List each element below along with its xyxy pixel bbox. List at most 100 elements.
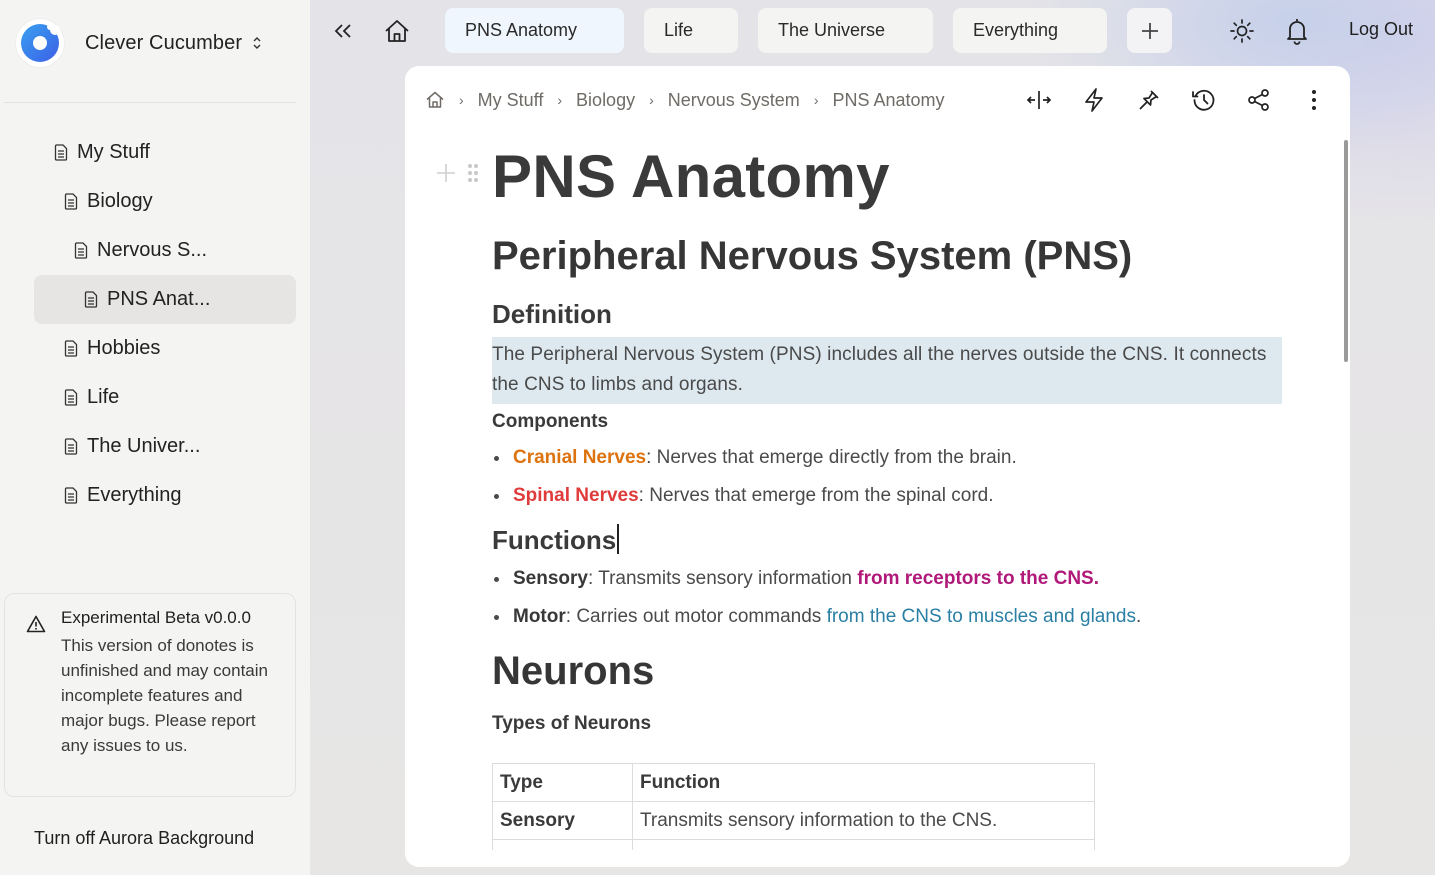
pin-button[interactable] <box>1135 86 1163 114</box>
share-icon <box>1248 89 1269 111</box>
highlighted-text: from the CNS to muscles and glands <box>826 606 1136 627</box>
plus-icon[interactable] <box>435 162 457 184</box>
aurora-toggle-button[interactable]: Turn off Aurora Background <box>34 828 254 849</box>
sidebar-item[interactable]: Everything <box>34 471 296 520</box>
list-item[interactable]: Sensory: Transmits sensory information f… <box>492 566 1282 604</box>
sidebar-item[interactable]: The Univer... <box>34 422 296 471</box>
heading-functions-text: Functions <box>492 525 617 555</box>
chevron-right-icon: › <box>649 92 654 108</box>
history-button[interactable] <box>1190 86 1218 114</box>
table-header-row: Type Function <box>492 763 1095 802</box>
heading-pns[interactable]: Peripheral Nervous System (PNS) <box>492 234 1132 279</box>
page-tree: My Stuff Biology Nervous S... PNS Anat... Ho… <box>34 128 296 520</box>
tab-life[interactable]: Life <box>644 8 738 53</box>
heading-types-of-neurons[interactable]: Types of Neurons <box>492 713 651 735</box>
table-cell[interactable] <box>632 839 1095 850</box>
breadcrumb: › My Stuff › Biology › Nervous System › … <box>425 88 945 112</box>
chevron-right-icon: › <box>459 92 464 108</box>
sidebar-item[interactable]: Life <box>34 373 296 422</box>
scrollbar[interactable] <box>1344 140 1348 362</box>
heading-components[interactable]: Components <box>492 411 608 433</box>
tab-label: Everything <box>973 20 1059 40</box>
plus-icon <box>1141 22 1158 39</box>
home-button[interactable] <box>383 14 411 48</box>
list-item[interactable]: Motor: Carries out motor commands from t… <box>492 604 1282 642</box>
list-item[interactable]: Spinal Nerves: Nerves that emerge from t… <box>492 483 1282 521</box>
sidebar-item-label: Everything <box>87 484 182 506</box>
term-cranial-nerves: Cranial Nerves <box>513 447 647 468</box>
heading-neurons[interactable]: Neurons <box>492 649 654 694</box>
home-icon[interactable] <box>425 90 445 110</box>
list-item-tail: . <box>1136 606 1142 627</box>
document-icon <box>64 340 78 357</box>
chevron-right-icon: › <box>557 92 563 108</box>
workspace-switcher[interactable]: Clever Cucumber <box>16 18 296 68</box>
history-icon <box>1192 89 1215 111</box>
collapse-sidebar-button[interactable] <box>330 14 356 48</box>
document-icon <box>84 291 98 308</box>
chevron-right-icon: › <box>813 92 819 108</box>
logout-button[interactable]: Log Out <box>1349 19 1413 40</box>
sidebar-item[interactable]: PNS Anat... <box>34 275 296 324</box>
tab-the-universe[interactable]: The Universe <box>758 8 933 53</box>
beta-notice: Experimental Beta v0.0.0 This version of… <box>4 593 296 797</box>
page-title[interactable]: PNS Anatomy <box>492 142 890 211</box>
sidebar-item-label: Biology <box>87 190 153 212</box>
tab-label: Life <box>664 20 694 40</box>
sidebar-divider <box>4 102 296 103</box>
neuron-types-table[interactable]: Type Function Sensory Transmits sensory … <box>492 763 1095 850</box>
sidebar-item[interactable]: My Stuff <box>34 128 296 177</box>
theme-toggle-button[interactable] <box>1228 14 1256 48</box>
sidebar-item[interactable]: Hobbies <box>34 324 296 373</box>
definition-paragraph[interactable]: The Peripheral Nervous System (PNS) incl… <box>492 337 1282 404</box>
table-cell[interactable] <box>492 839 633 850</box>
document-toolbar <box>1025 86 1350 114</box>
share-button[interactable] <box>1245 86 1273 114</box>
table-row <box>492 839 1095 850</box>
sidebar-item-label: The Univer... <box>87 435 201 457</box>
add-tab-button[interactable] <box>1127 8 1172 53</box>
breadcrumb-item[interactable]: Biology <box>576 90 635 111</box>
tab-everything[interactable]: Everything <box>953 8 1107 53</box>
donut-logo-icon <box>16 19 64 67</box>
table-cell[interactable]: Transmits sensory information to the CNS… <box>632 801 1095 840</box>
expand-width-button[interactable] <box>1025 86 1053 114</box>
table-cell[interactable]: Sensory <box>492 801 633 840</box>
sun-icon <box>1230 19 1254 43</box>
term-spinal-nerves: Spinal Nerves <box>513 485 639 506</box>
functions-list: Sensory: Transmits sensory information f… <box>492 566 1282 642</box>
heading-definition[interactable]: Definition <box>492 299 612 330</box>
sidebar-item-label: Life <box>87 386 120 408</box>
pin-icon <box>1139 90 1159 110</box>
tab-pns-anatomy[interactable]: PNS Anatomy <box>445 8 624 53</box>
sidebar-item[interactable]: Nervous S... <box>34 226 296 275</box>
list-item-text: : Nerves that emerge directly from the b… <box>646 447 1017 468</box>
notifications-button[interactable] <box>1283 14 1311 48</box>
heading-functions[interactable]: Functions <box>492 524 620 556</box>
quick-actions-button[interactable] <box>1080 86 1108 114</box>
list-item-text: : Nerves that emerge from the spinal cor… <box>638 485 994 506</box>
drag-handle-icon[interactable] <box>467 163 479 183</box>
tab-label: The Universe <box>778 20 886 40</box>
table-header-cell[interactable]: Type <box>492 763 633 802</box>
breadcrumb-item[interactable]: Nervous System <box>668 90 800 111</box>
components-list: Cranial Nerves: Nerves that emerge direc… <box>492 445 1282 521</box>
beta-notice-title: Experimental Beta v0.0.0 <box>61 608 251 627</box>
sidebar-item-label: Hobbies <box>87 337 161 359</box>
breadcrumb-item[interactable]: My Stuff <box>478 90 544 111</box>
more-options-button[interactable] <box>1300 86 1328 114</box>
sidebar-item-label: My Stuff <box>77 141 150 163</box>
highlighted-text: from receptors to the CNS. <box>857 568 1100 589</box>
tab-label: PNS Anatomy <box>465 20 578 40</box>
warning-icon <box>26 615 46 633</box>
home-icon <box>385 20 409 42</box>
workspace-name: Clever Cucumber <box>85 31 243 54</box>
table-header-cell[interactable]: Function <box>632 763 1095 802</box>
document-icon <box>74 242 88 259</box>
document-icon <box>64 438 78 455</box>
list-item-text: : Carries out motor commands <box>565 606 827 627</box>
term-sensory: Sensory <box>513 568 588 589</box>
sidebar-item[interactable]: Biology <box>34 177 296 226</box>
breadcrumb-item-current[interactable]: PNS Anatomy <box>832 90 944 111</box>
list-item[interactable]: Cranial Nerves: Nerves that emerge direc… <box>492 445 1282 483</box>
